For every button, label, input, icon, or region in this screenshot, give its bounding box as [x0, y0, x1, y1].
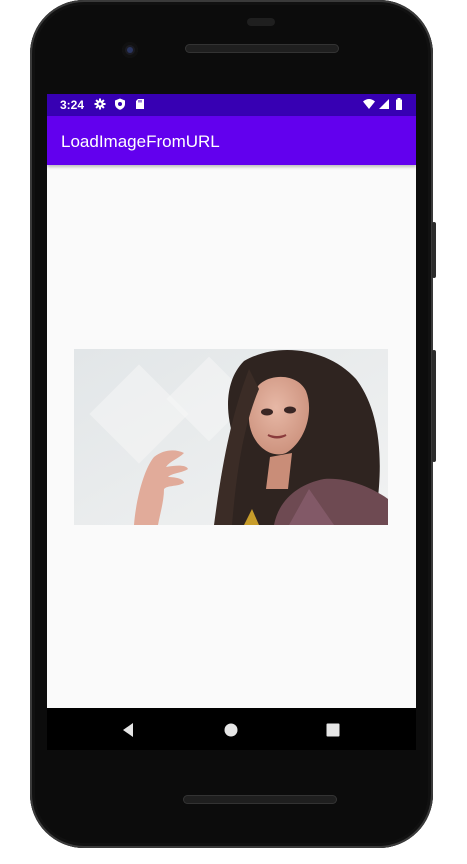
- recents-icon[interactable]: [324, 721, 342, 739]
- battery-icon: [396, 98, 402, 110]
- bottom-speaker-grille: [183, 795, 337, 804]
- sd-card-icon: [136, 99, 144, 109]
- status-bar: 3:24: [47, 94, 416, 116]
- portrait-photo: [74, 349, 388, 525]
- signal-icon: [379, 99, 389, 109]
- top-speaker-grille: [185, 44, 339, 53]
- app-toolbar: LoadImageFromURL: [47, 116, 416, 165]
- volume-button: [432, 222, 436, 278]
- app-title: LoadImageFromURL: [61, 132, 220, 151]
- back-icon[interactable]: [119, 721, 137, 739]
- status-time: 3:24: [60, 98, 85, 112]
- navigation-bar: [47, 708, 416, 750]
- loaded-image-view: [74, 349, 388, 525]
- power-button: [432, 350, 436, 462]
- shield-icon: [115, 98, 125, 110]
- device-screen: 3:24 LoadImageFromURL: [47, 94, 416, 708]
- wifi-icon: [363, 99, 375, 109]
- gear-icon: [94, 98, 106, 110]
- home-icon[interactable]: [222, 721, 240, 739]
- front-camera: [122, 42, 138, 58]
- content-area: [47, 165, 416, 708]
- earpiece-slot: [247, 18, 275, 26]
